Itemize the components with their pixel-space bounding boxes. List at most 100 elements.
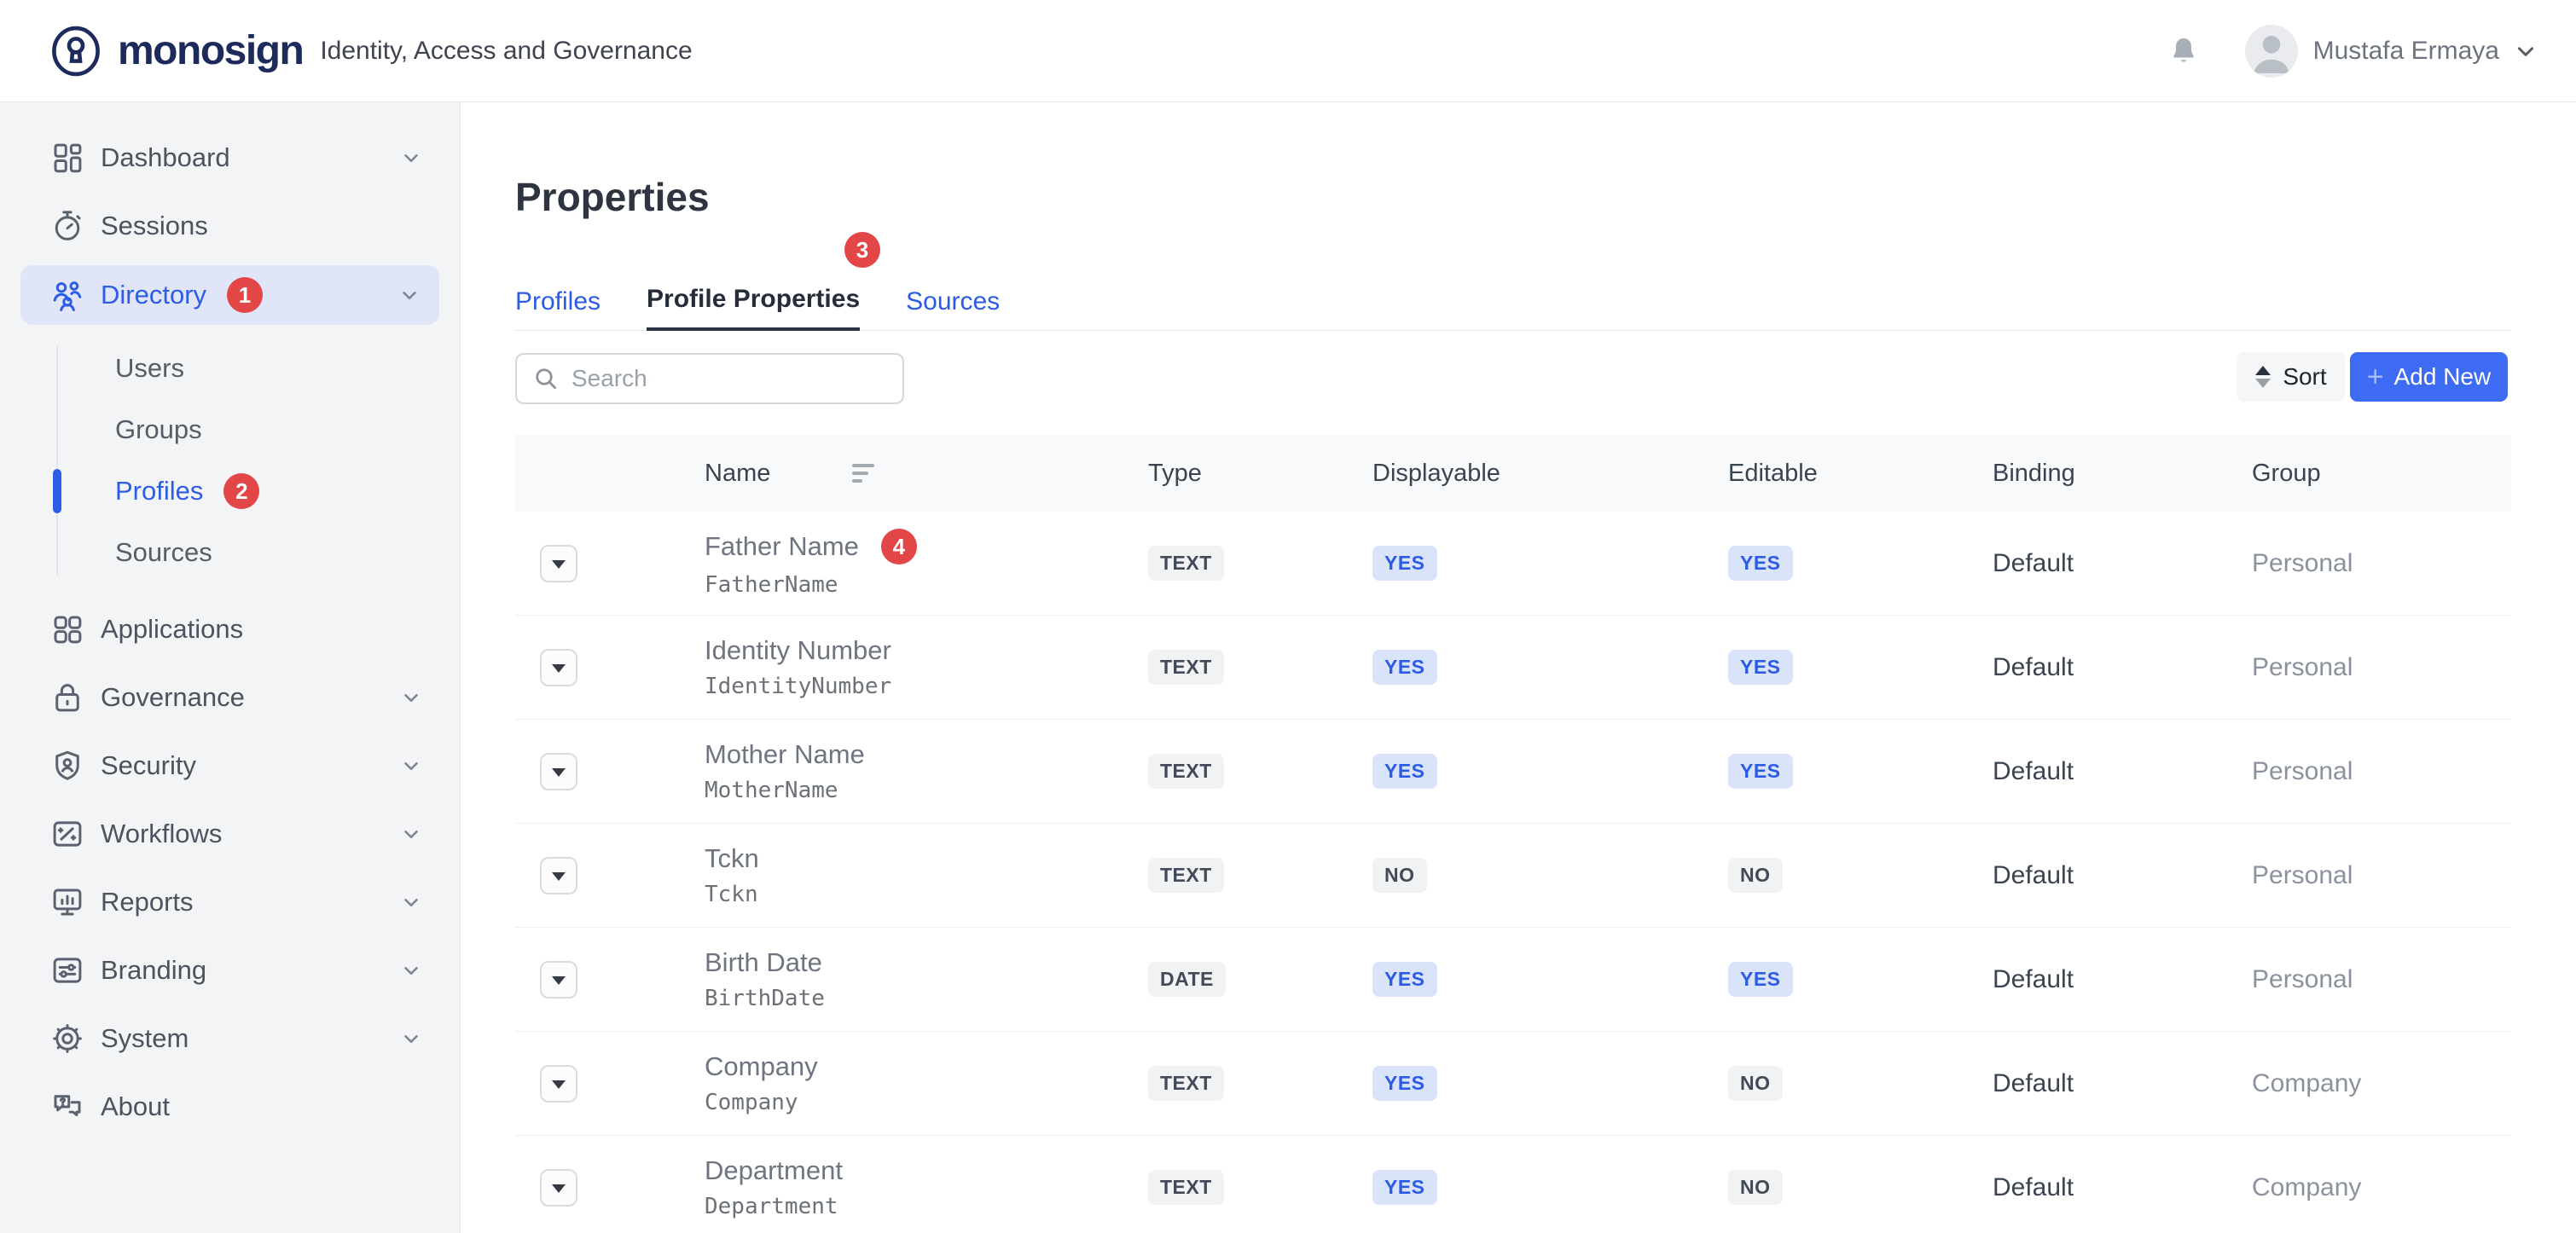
search-input[interactable] [571, 365, 887, 392]
plus-icon: + [2367, 362, 2384, 391]
type-badge: TEXT [1148, 1170, 1224, 1205]
table-row[interactable]: Tckn Tckn TEXT NO NO Default Personal [515, 824, 2511, 928]
table-row[interactable]: Birth Date BirthDate DATE YES YES Defaul… [515, 928, 2511, 1032]
sidebar-item-label: Sources [115, 537, 212, 568]
displayable-badge: YES [1372, 546, 1437, 581]
column-header-type[interactable]: Type [1148, 460, 1202, 488]
sidebar: Dashboard Sessions Direc [0, 102, 461, 1233]
monosign-logo-icon [48, 23, 104, 79]
property-name: Company [705, 1051, 818, 1082]
sidebar-item-label: Groups [115, 414, 202, 445]
row-actions-button[interactable] [540, 649, 577, 686]
annotation-badge-3: 3 [844, 232, 880, 268]
editable-badge: YES [1728, 650, 1793, 685]
column-header-name[interactable]: Name [705, 460, 770, 488]
chevron-down-icon [400, 823, 422, 845]
page-title: Properties [515, 174, 710, 220]
sidebar-item-users[interactable]: Users [0, 338, 460, 399]
property-name: Department [705, 1155, 843, 1186]
property-key: Company [705, 1090, 1148, 1115]
chevron-down-icon[interactable] [2513, 38, 2538, 64]
row-actions-button[interactable] [540, 961, 577, 999]
sidebar-item-reports[interactable]: Reports [0, 868, 460, 936]
displayable-badge: NO [1372, 858, 1427, 893]
sidebar-item-system[interactable]: System [0, 1004, 460, 1073]
caret-down-icon [552, 664, 566, 673]
sidebar-item-branding[interactable]: Branding [0, 936, 460, 1004]
type-badge: TEXT [1148, 1066, 1224, 1101]
sidebar-item-applications[interactable]: Applications [0, 595, 460, 663]
column-header-binding[interactable]: Binding [1993, 460, 2075, 488]
sidebar-item-sessions[interactable]: Sessions [0, 192, 460, 260]
brand-tagline: Identity, Access and Governance [320, 37, 692, 66]
row-actions-button[interactable] [540, 857, 577, 894]
property-name: Identity Number [705, 635, 891, 666]
row-actions-button[interactable] [540, 1169, 577, 1207]
tab-profiles[interactable]: Profiles [515, 287, 600, 330]
type-badge: TEXT [1148, 546, 1224, 581]
caret-down-icon [552, 976, 566, 985]
shield-user-icon [48, 748, 87, 784]
header-actions: Mustafa Ermaya [2167, 25, 2538, 78]
sidebar-item-governance[interactable]: Governance [0, 663, 460, 732]
column-header-displayable[interactable]: Displayable [1372, 460, 1500, 488]
displayable-badge: YES [1372, 650, 1437, 685]
dashboard-icon [48, 140, 87, 176]
row-actions-button[interactable] [540, 1065, 577, 1103]
table-row[interactable]: Mother Name MotherName TEXT YES YES Defa… [515, 720, 2511, 824]
row-actions-button[interactable] [540, 753, 577, 790]
search-box[interactable] [515, 353, 904, 404]
row-actions-button[interactable] [540, 545, 577, 582]
tab-profile-properties[interactable]: Profile Properties [647, 285, 860, 331]
annotation-badge-4: 4 [881, 529, 917, 564]
binding-value: Default [1993, 861, 2252, 890]
property-name: Birth Date [705, 947, 822, 978]
sidebar-item-label: Security [101, 750, 400, 781]
group-value: Company [2252, 1069, 2511, 1098]
type-badge: TEXT [1148, 650, 1224, 685]
property-key: FatherName [705, 572, 1148, 598]
table-row[interactable]: Father Name 4 FatherName TEXT YES YES De… [515, 512, 2511, 616]
column-header-group[interactable]: Group [2252, 460, 2321, 488]
column-header-editable[interactable]: Editable [1728, 460, 1818, 488]
property-key: Tckn [705, 882, 1148, 907]
sidebar-item-directory[interactable]: Directory 1 [20, 265, 439, 325]
sidebar-item-groups[interactable]: Groups [0, 399, 460, 460]
sidebar-item-label: Sessions [101, 211, 422, 241]
table-row[interactable]: Department Department TEXT YES NO Defaul… [515, 1136, 2511, 1233]
binding-value: Default [1993, 1069, 2252, 1098]
sidebar-item-label: Applications [101, 614, 422, 645]
sidebar-item-workflows[interactable]: Workflows [0, 800, 460, 868]
user-name[interactable]: Mustafa Ermaya [2313, 37, 2499, 66]
tab-sources[interactable]: Sources [906, 287, 1000, 330]
group-value: Company [2252, 1173, 2511, 1202]
sort-button[interactable]: Sort [2237, 352, 2346, 402]
editable-badge: NO [1728, 1066, 1783, 1101]
sort-bars-icon[interactable] [852, 464, 874, 483]
sidebar-item-label: Dashboard [101, 142, 400, 173]
monitor-chart-icon [48, 884, 87, 920]
chevron-down-icon [400, 1028, 422, 1050]
sidebar-item-dashboard[interactable]: Dashboard [0, 124, 460, 192]
sidebar-item-about[interactable]: About [0, 1073, 460, 1141]
binding-value: Default [1993, 757, 2252, 786]
displayable-badge: YES [1372, 754, 1437, 789]
sidebar-item-profiles[interactable]: Profiles 2 [0, 460, 460, 522]
add-new-button[interactable]: + Add New [2350, 352, 2508, 402]
user-avatar[interactable] [2245, 25, 2298, 78]
bell-icon[interactable] [2167, 34, 2201, 68]
brand-logo[interactable]: monosign Identity, Access and Governance [48, 23, 693, 79]
stopwatch-icon [48, 208, 87, 244]
table-row[interactable]: Identity Number IdentityNumber TEXT YES … [515, 616, 2511, 720]
table-row[interactable]: Company Company TEXT YES NO Default Comp… [515, 1032, 2511, 1136]
sidebar-item-sources[interactable]: Sources [0, 522, 460, 583]
type-badge: TEXT [1148, 858, 1224, 893]
chevron-down-icon [400, 686, 422, 709]
group-value: Personal [2252, 549, 2511, 578]
sidebar-item-security[interactable]: Security [0, 732, 460, 800]
chevron-down-icon [400, 147, 422, 169]
editable-badge: YES [1728, 546, 1793, 581]
chevron-down-icon [400, 891, 422, 913]
padlock-icon [48, 680, 87, 715]
brand-name: monosign [118, 27, 303, 74]
